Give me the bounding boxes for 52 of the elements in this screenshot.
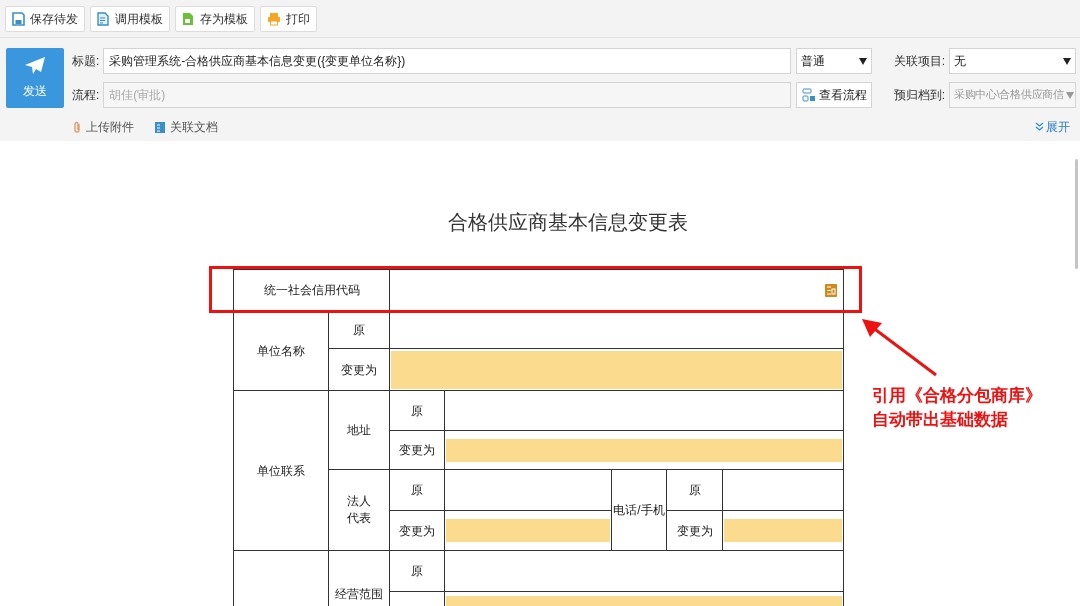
cell-label: 法人代表 [346, 493, 372, 527]
toolbar-button[interactable]: 存为模板 [175, 5, 255, 32]
view-flow-button[interactable]: 查看流程 [796, 82, 872, 108]
cell-label: 原 [411, 564, 423, 578]
toolbar-button[interactable]: 打印 [260, 5, 317, 32]
caret-icon [1065, 91, 1074, 99]
paper-plane-icon [24, 56, 46, 76]
cell-label: 统一社会信用代码 [263, 283, 360, 297]
document-icon [97, 11, 110, 26]
related-document-link[interactable]: 关联文档 [154, 118, 218, 136]
upload-attachment-link[interactable]: 上传附件 [72, 118, 134, 136]
annotation-text: 自动带出基础数据 [872, 409, 1009, 431]
input-field[interactable] [446, 519, 610, 542]
field-label: 标题: [72, 53, 100, 70]
printer-icon [267, 11, 281, 26]
annotation-text: 引用《合格分包商库》 [872, 385, 1042, 407]
toolbar-button[interactable]: 调用模板 [90, 5, 170, 32]
cell-label: 变更为 [341, 362, 377, 377]
cell-label: 原 [411, 483, 423, 497]
scrollbar[interactable] [1075, 159, 1078, 269]
cell-label: 经营范围 [335, 587, 383, 601]
cell-label: 单位联系 [257, 463, 305, 478]
form-title: 合格供应商基本信息变更表 [448, 209, 688, 236]
lookup-icon[interactable] [825, 284, 837, 298]
cell-label: 变更为 [676, 523, 713, 538]
field-label: 关联项目: [893, 53, 946, 70]
priority-select[interactable]: 普通 [796, 48, 872, 74]
cell-label: 地址 [347, 423, 371, 437]
cell-label: 变更为 [399, 443, 435, 457]
field-label: 预归档到: [893, 87, 946, 104]
cell-label: 单位名称 [257, 343, 305, 358]
cell-label: 原 [688, 483, 701, 497]
related-project-select[interactable]: 无 [949, 48, 1076, 74]
expand-link[interactable]: 展开 [1035, 118, 1070, 136]
double-chevron-icon [1035, 122, 1044, 132]
toolbar-button[interactable]: 保存待发 [5, 5, 85, 32]
flowchart-icon [801, 88, 816, 102]
cell-label: 原 [353, 322, 365, 337]
document-icon [182, 11, 195, 26]
save-icon [12, 11, 25, 26]
document-icon [154, 120, 166, 134]
field-label: 流程: [72, 87, 100, 104]
caret-icon [1063, 57, 1071, 65]
cell-label: 变更为 [399, 523, 435, 538]
input-field[interactable] [724, 519, 842, 542]
cell-label: 原 [411, 403, 423, 418]
caret-icon [858, 57, 867, 65]
title-field[interactable]: 采购管理系统-合格供应商基本信息变更({变更单位名称}) [103, 48, 792, 74]
input-field[interactable] [391, 350, 842, 389]
paperclip-icon [72, 120, 82, 134]
input-field[interactable] [446, 438, 842, 462]
cell-label: 电话/手机 [613, 503, 665, 517]
